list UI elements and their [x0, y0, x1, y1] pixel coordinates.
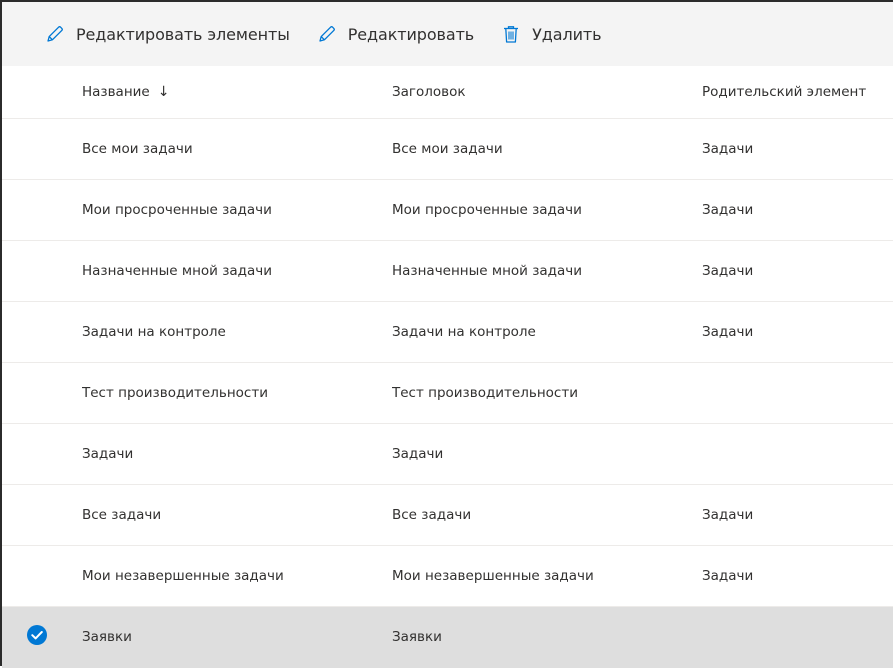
cell-name: Мои незавершенные задачи [82, 568, 284, 584]
table-row[interactable]: Назначенные мной задачи Назначенные мной… [2, 241, 893, 302]
edit-items-label: Редактировать элементы [76, 24, 290, 44]
cell-title: Заявки [392, 629, 442, 645]
row-check-cell[interactable] [2, 241, 82, 301]
cell-parent: Задачи [702, 141, 754, 157]
table-row[interactable]: Мои просроченные задачи Мои просроченные… [2, 180, 893, 241]
cell-parent: Задачи [702, 507, 754, 523]
cell-title: Все мои задачи [392, 141, 503, 157]
row-check-cell[interactable] [2, 546, 82, 606]
cell-name: Тест производительности [82, 385, 268, 401]
cell-title: Мои просроченные задачи [392, 202, 582, 218]
table-row[interactable]: Все мои задачи Все мои задачи Задачи [2, 119, 893, 180]
row-check-cell[interactable] [2, 119, 82, 179]
column-header-parent[interactable]: Родительский элемент [702, 84, 893, 100]
command-bar: Редактировать элементы Редактировать Уда… [2, 2, 893, 66]
edit-button[interactable]: Редактировать [316, 16, 474, 52]
column-header-name-label: Название [82, 84, 150, 100]
cell-parent: Задачи [702, 568, 754, 584]
cell-name: Все мои задачи [82, 141, 193, 157]
row-check-cell[interactable] [2, 485, 82, 545]
column-header-title-label: Заголовок [392, 84, 466, 100]
column-header-row: Название ↓ Заголовок Родительский элемен… [2, 66, 893, 119]
list-view: Редактировать элементы Редактировать Уда… [0, 0, 893, 668]
column-header-parent-label: Родительский элемент [702, 84, 867, 100]
table-row[interactable]: Задачи на контроле Задачи на контроле За… [2, 302, 893, 363]
pencil-icon [316, 23, 338, 45]
cell-parent: Задачи [702, 324, 754, 340]
delete-button[interactable]: Удалить [500, 16, 602, 52]
edit-label: Редактировать [347, 24, 475, 44]
column-header-title[interactable]: Заголовок [392, 84, 702, 100]
header-check-cell [2, 66, 82, 118]
cell-title: Назначенные мной задачи [392, 263, 583, 279]
row-check-cell[interactable] [2, 363, 82, 423]
cell-parent: Задачи [702, 202, 754, 218]
cell-parent: Задачи [702, 263, 754, 279]
delete-label: Удалить [532, 24, 602, 44]
row-check-cell[interactable] [2, 424, 82, 484]
cell-name: Задачи [82, 446, 134, 462]
cell-name: Заявки [82, 629, 132, 645]
table-row-selected[interactable]: Заявки Заявки [2, 607, 893, 668]
cell-title: Все задачи [392, 507, 472, 523]
cell-name: Все задачи [82, 507, 162, 523]
sort-down-icon: ↓ [157, 84, 170, 100]
row-check-cell[interactable] [2, 607, 82, 667]
details-list: Название ↓ Заголовок Родительский элемен… [2, 66, 893, 668]
cell-title: Тест производительности [392, 385, 578, 401]
row-check-cell[interactable] [2, 180, 82, 240]
column-header-name[interactable]: Название ↓ [82, 84, 392, 100]
cell-name: Мои просроченные задачи [82, 202, 272, 218]
table-row[interactable]: Все задачи Все задачи Задачи [2, 485, 893, 546]
edit-items-button[interactable]: Редактировать элементы [44, 16, 290, 52]
cell-title: Задачи на контроле [392, 324, 536, 340]
table-row[interactable]: Тест производительности Тест производите… [2, 363, 893, 424]
trash-icon [500, 23, 522, 45]
cell-name: Задачи на контроле [82, 324, 226, 340]
checkmark-circle-icon[interactable] [26, 624, 48, 650]
table-row[interactable]: Задачи Задачи [2, 424, 893, 485]
pencil-icon [44, 23, 66, 45]
row-check-cell[interactable] [2, 302, 82, 362]
cell-name: Назначенные мной задачи [82, 263, 273, 279]
cell-title: Задачи [392, 446, 444, 462]
table-row[interactable]: Мои незавершенные задачи Мои незавершенн… [2, 546, 893, 607]
cell-title: Мои незавершенные задачи [392, 568, 594, 584]
